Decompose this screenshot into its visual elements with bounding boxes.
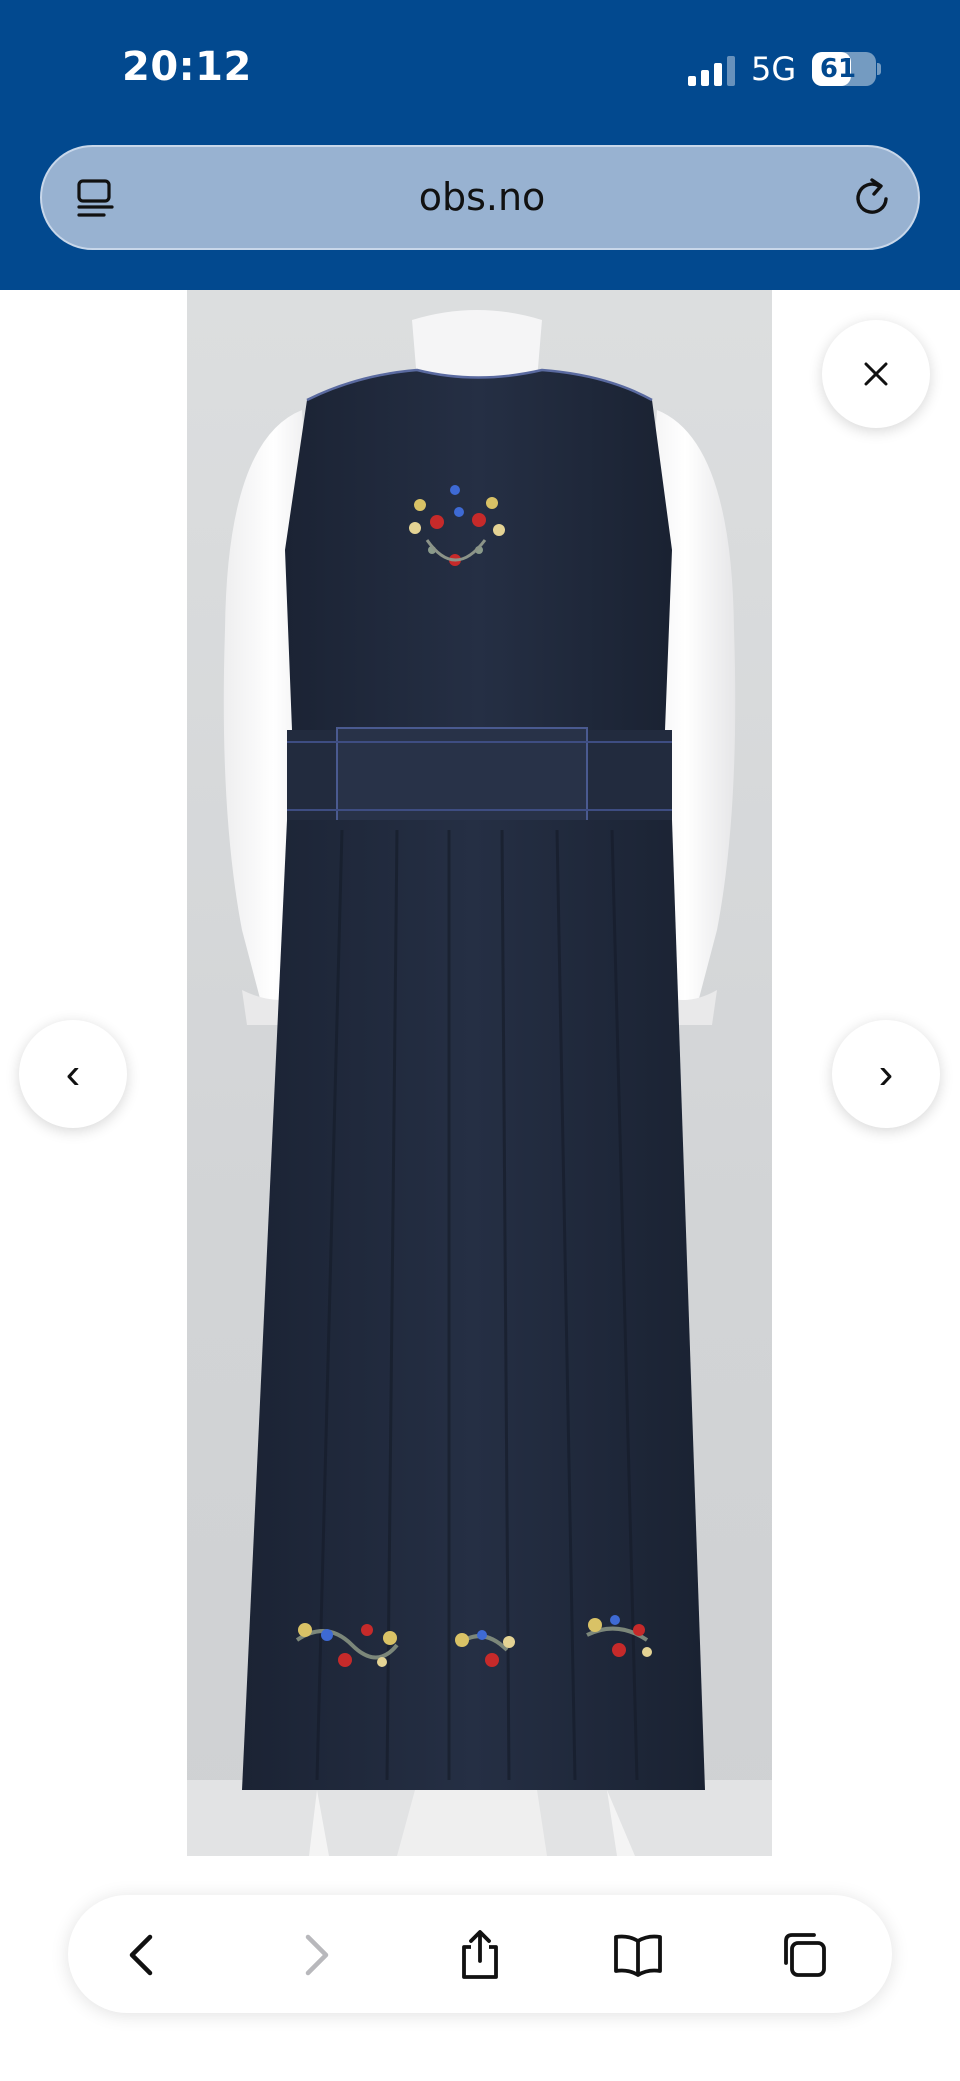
previous-image-button[interactable]: ‹ xyxy=(19,1020,127,1128)
next-image-button[interactable]: › xyxy=(832,1020,940,1128)
cellular-signal-icon xyxy=(688,56,736,86)
battery-tip xyxy=(877,63,881,75)
chevron-right-icon: › xyxy=(878,1049,894,1098)
product-image[interactable] xyxy=(187,290,772,1856)
address-bar[interactable]: obs.no xyxy=(40,145,920,250)
chevron-left-icon: ‹ xyxy=(65,1049,81,1098)
forward-icon[interactable] xyxy=(286,1927,342,1983)
close-icon xyxy=(864,362,888,386)
reload-icon[interactable] xyxy=(850,175,896,221)
network-type: 5G xyxy=(751,50,797,88)
battery-percentage: 61 xyxy=(819,54,857,84)
browser-header: 20:12 5G 61 obs.no xyxy=(0,0,960,290)
bookmarks-icon[interactable] xyxy=(610,1927,666,1983)
image-gallery: ‹ › xyxy=(0,290,960,1856)
battery-icon: 61 xyxy=(812,52,876,86)
status-bar: 20:12 5G 61 xyxy=(0,0,960,140)
tabs-icon[interactable] xyxy=(776,1927,832,1983)
browser-toolbar xyxy=(68,1895,892,2013)
back-icon[interactable] xyxy=(116,1927,172,1983)
url-text[interactable]: obs.no xyxy=(42,147,922,248)
close-button[interactable] xyxy=(822,320,930,428)
share-icon[interactable] xyxy=(452,1927,508,1983)
clock: 20:12 xyxy=(122,44,252,90)
